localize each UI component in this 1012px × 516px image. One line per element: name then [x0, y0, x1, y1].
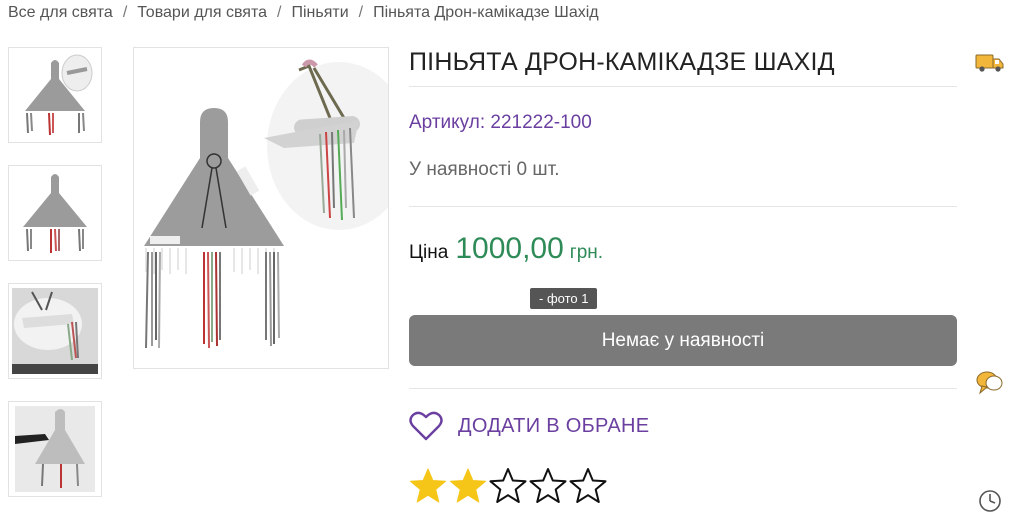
add-to-favorites-button[interactable]: ДОДАТИ В ОБРАНЕ	[409, 410, 649, 442]
stock-status: У наявності 0 шт.	[409, 159, 560, 180]
delivery-truck-icon[interactable]	[974, 47, 1006, 79]
product-thumbnail[interactable]	[8, 47, 102, 143]
price-label: Ціна	[409, 242, 449, 263]
star-empty-icon[interactable]	[529, 467, 567, 505]
photo-tooltip: - фото 1	[530, 288, 598, 309]
price-currency: грн.	[569, 242, 604, 263]
breadcrumb-separator: /	[358, 4, 364, 21]
divider	[409, 206, 957, 207]
divider	[409, 388, 957, 389]
breadcrumb: Все для свята / Товари для свята / Піньяти / П…	[8, 4, 599, 22]
breadcrumb-item[interactable]: Піньяти	[291, 4, 348, 21]
product-sku: Артикул: 221222-100	[409, 112, 592, 133]
product-info: ПІНЬЯТА ДРОН-КАМІКАДЗЕ ШАХІД Артикул: 22…	[409, 40, 957, 266]
clock-icon[interactable]	[974, 485, 1006, 516]
pinata-drone-image	[144, 59, 411, 349]
breadcrumb-separator: /	[277, 4, 282, 21]
star-filled-icon[interactable]	[449, 467, 487, 505]
breadcrumb-separator: /	[122, 4, 128, 21]
heart-icon	[409, 411, 443, 441]
divider	[409, 86, 957, 87]
thumbnail-list	[8, 47, 104, 516]
breadcrumb-item[interactable]: Все для свята	[8, 4, 113, 21]
out-of-stock-button[interactable]: Немає у наявності	[409, 315, 957, 366]
product-thumbnail[interactable]	[8, 401, 102, 497]
star-filled-icon[interactable]	[409, 467, 447, 505]
favorites-label: ДОДАТИ В ОБРАНЕ	[458, 414, 650, 437]
price-value: 1000,00	[455, 232, 564, 265]
star-empty-icon[interactable]	[489, 467, 527, 505]
breadcrumb-item[interactable]: Товари для свята	[137, 4, 267, 21]
price-row: Ціна 1000,00 грн.	[409, 232, 957, 266]
product-thumbnail[interactable]	[8, 165, 102, 261]
breadcrumb-current: Піньята Дрон-камікадзе Шахід	[373, 4, 599, 21]
star-empty-icon[interactable]	[569, 467, 607, 505]
product-title: ПІНЬЯТА ДРОН-КАМІКАДЗЕ ШАХІД	[409, 48, 835, 76]
rating-stars	[409, 467, 607, 505]
product-main-image[interactable]	[133, 47, 411, 369]
product-thumbnail[interactable]	[8, 283, 102, 379]
chat-bubble-icon[interactable]	[974, 367, 1006, 399]
